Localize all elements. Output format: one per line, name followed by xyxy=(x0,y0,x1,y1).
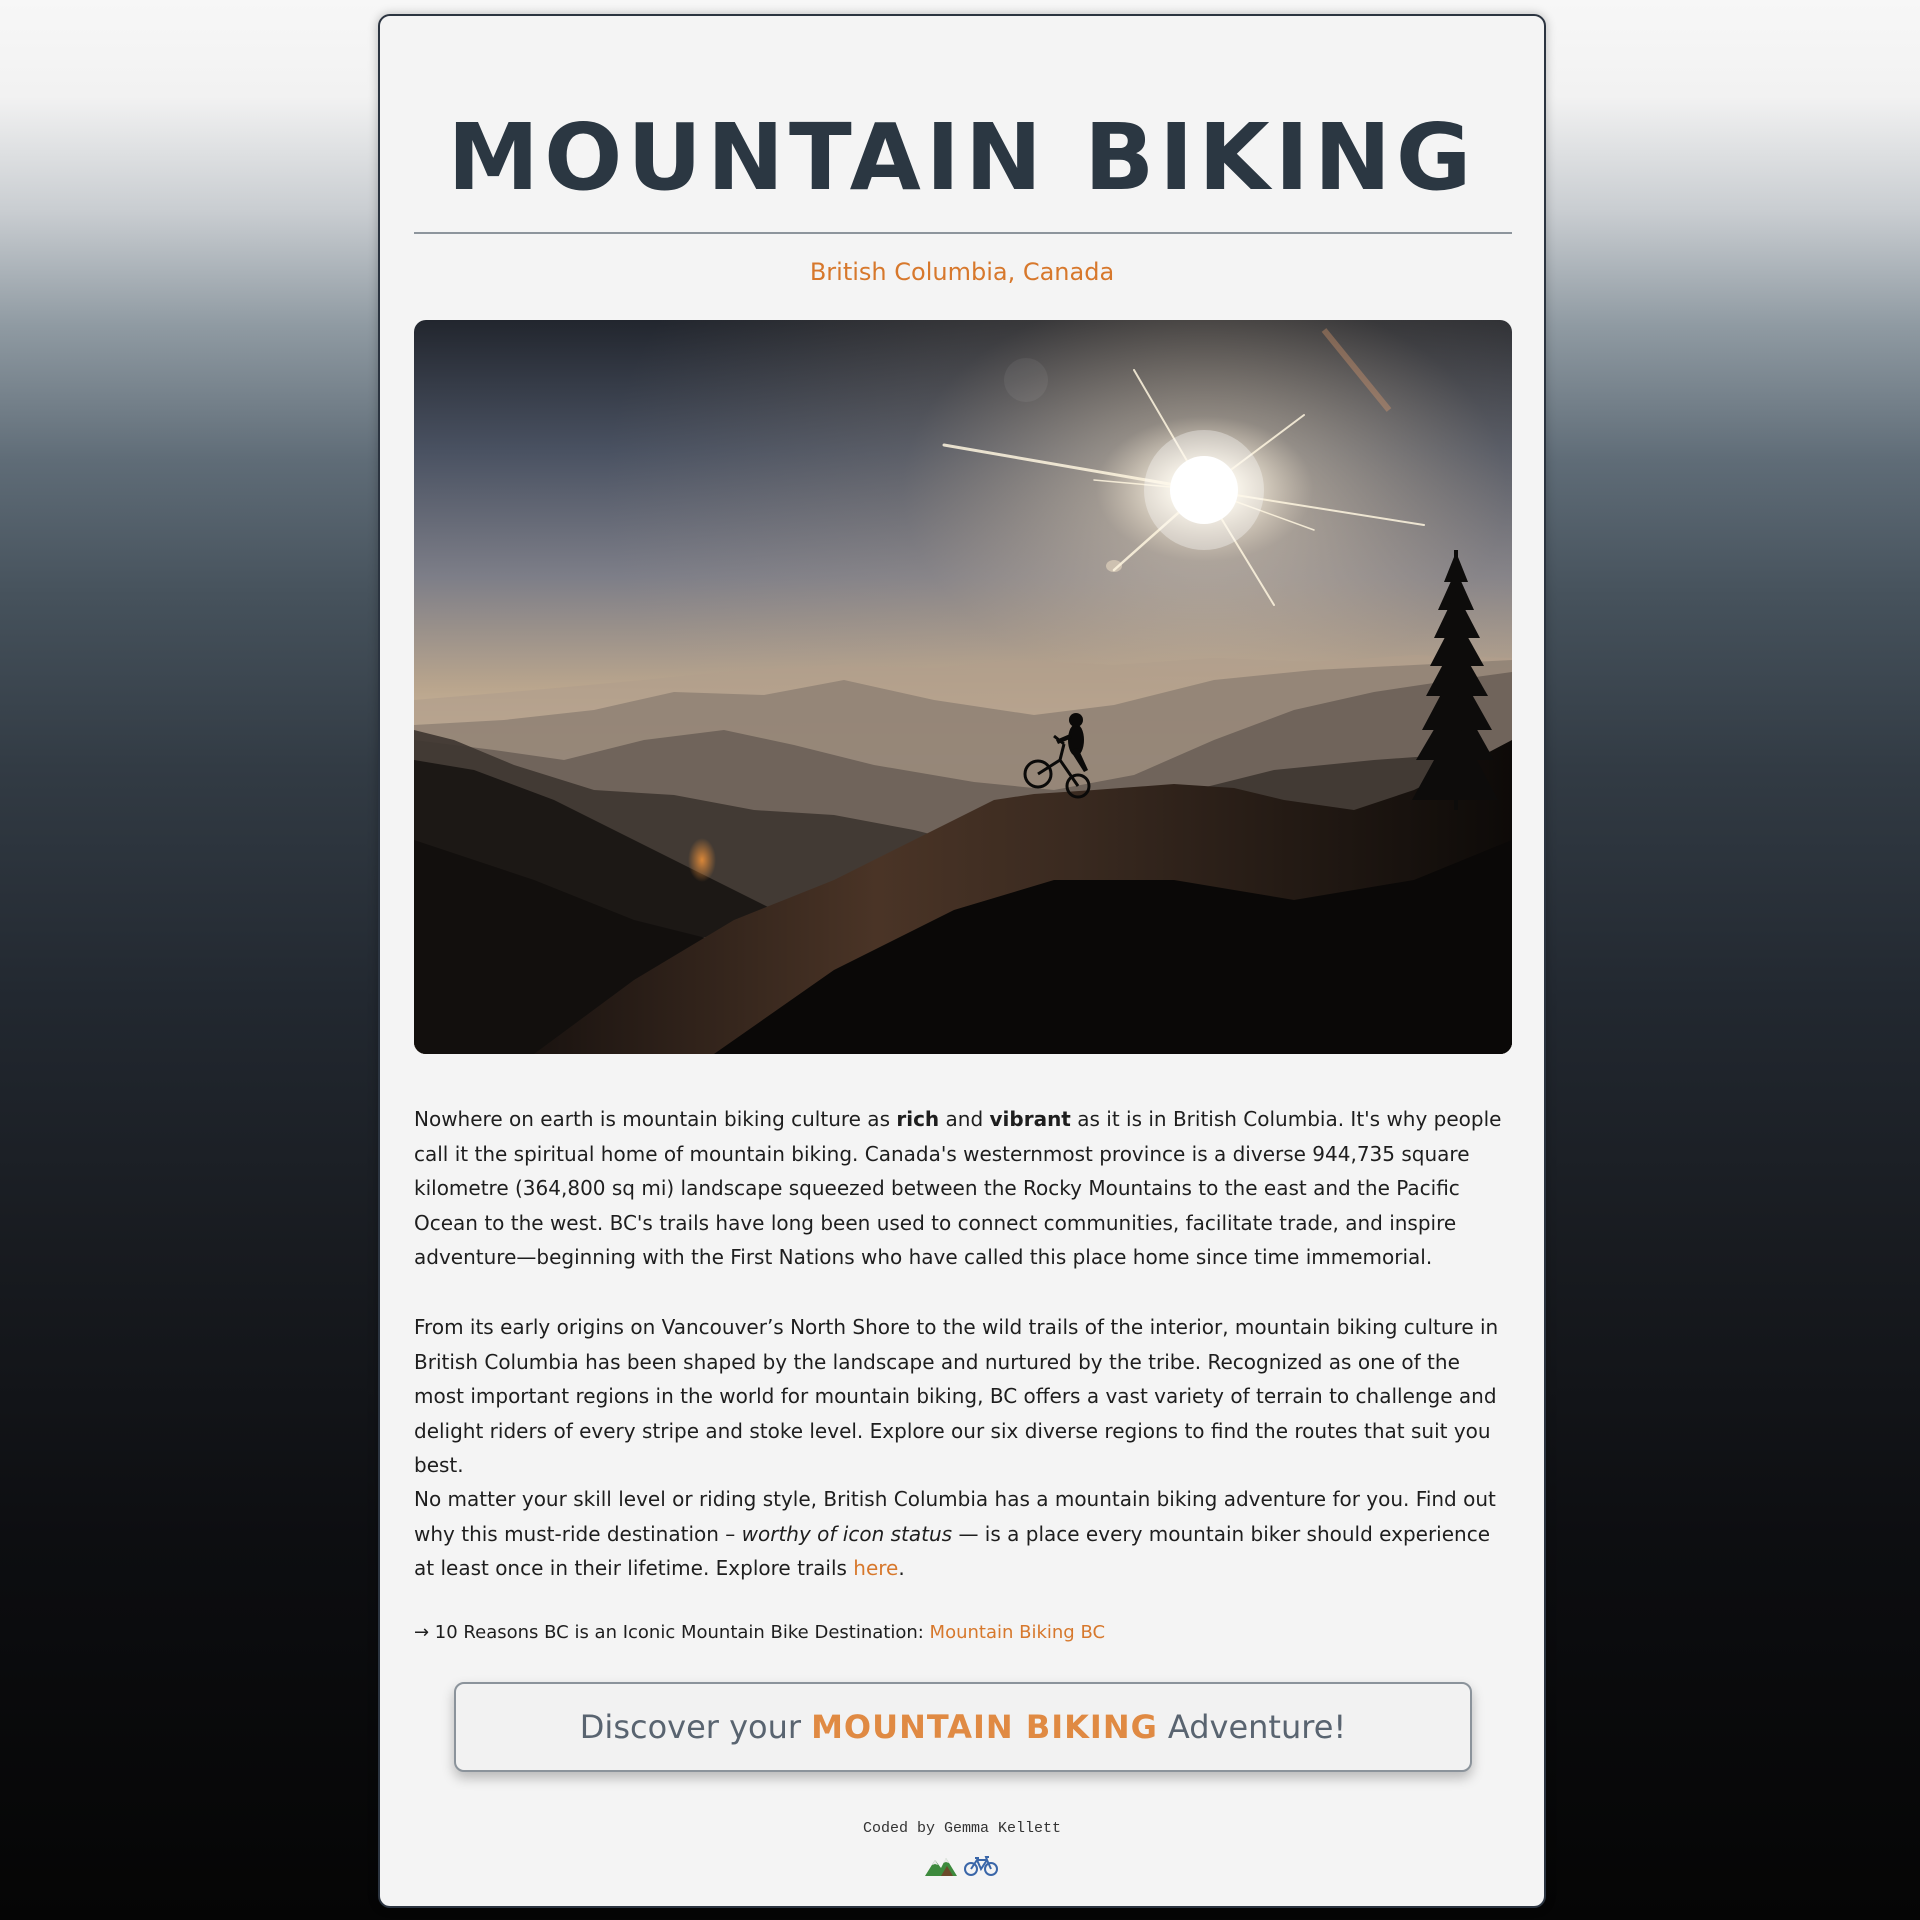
page-title: MOUNTAIN BIKING xyxy=(447,104,1477,211)
title-divider xyxy=(414,232,1512,234)
footer-icons xyxy=(380,1854,1544,1882)
reasons-line: → 10 Reasons BC is an Iconic Mountain Bi… xyxy=(414,1620,1512,1646)
p3-emphasis: worthy of icon status xyxy=(741,1521,953,1546)
intro-paragraph: Nowhere on earth is mountain biking cult… xyxy=(414,1102,1512,1275)
explore-trails-link[interactable]: here xyxy=(853,1556,898,1580)
p3-text-c: . xyxy=(898,1556,905,1580)
content-card: MOUNTAIN BIKING British Columbia, Canada xyxy=(378,14,1546,1908)
bicycle-icon xyxy=(963,1854,999,1882)
p1-text-d: as it is in British Columbia. It's why p… xyxy=(414,1107,1502,1269)
p1-text-a: Nowhere on earth is mountain biking cult… xyxy=(414,1107,897,1131)
p1-bold-rich: rich xyxy=(896,1107,940,1131)
mountain-icon xyxy=(925,1854,957,1882)
mountain-biking-bc-link[interactable]: Mountain Biking BC xyxy=(930,1622,1106,1643)
adventure-paragraph: No matter your skill level or riding sty… xyxy=(414,1482,1512,1586)
cta-text-pre: Discover your xyxy=(579,1708,802,1746)
location-subtitle: British Columbia, Canada xyxy=(809,258,1115,286)
cta-highlight: MOUNTAIN BIKING xyxy=(811,1708,1158,1746)
hero-image xyxy=(414,320,1512,1054)
history-paragraph: From its early origins on Vancouver’s No… xyxy=(414,1315,1499,1477)
discover-adventure-button[interactable]: Discover your MOUNTAIN BIKING Adventure! xyxy=(454,1682,1472,1772)
p1-bold-vibrant: vibrant xyxy=(989,1107,1071,1131)
reasons-text: → 10 Reasons BC is an Iconic Mountain Bi… xyxy=(414,1622,930,1643)
cta-text-post: Adventure! xyxy=(1167,1708,1347,1746)
hero-photo-graphic xyxy=(414,320,1512,1054)
p1-text-c: and xyxy=(939,1107,990,1131)
footer-credit: Coded by Gemma Kellett xyxy=(862,1820,1062,1837)
